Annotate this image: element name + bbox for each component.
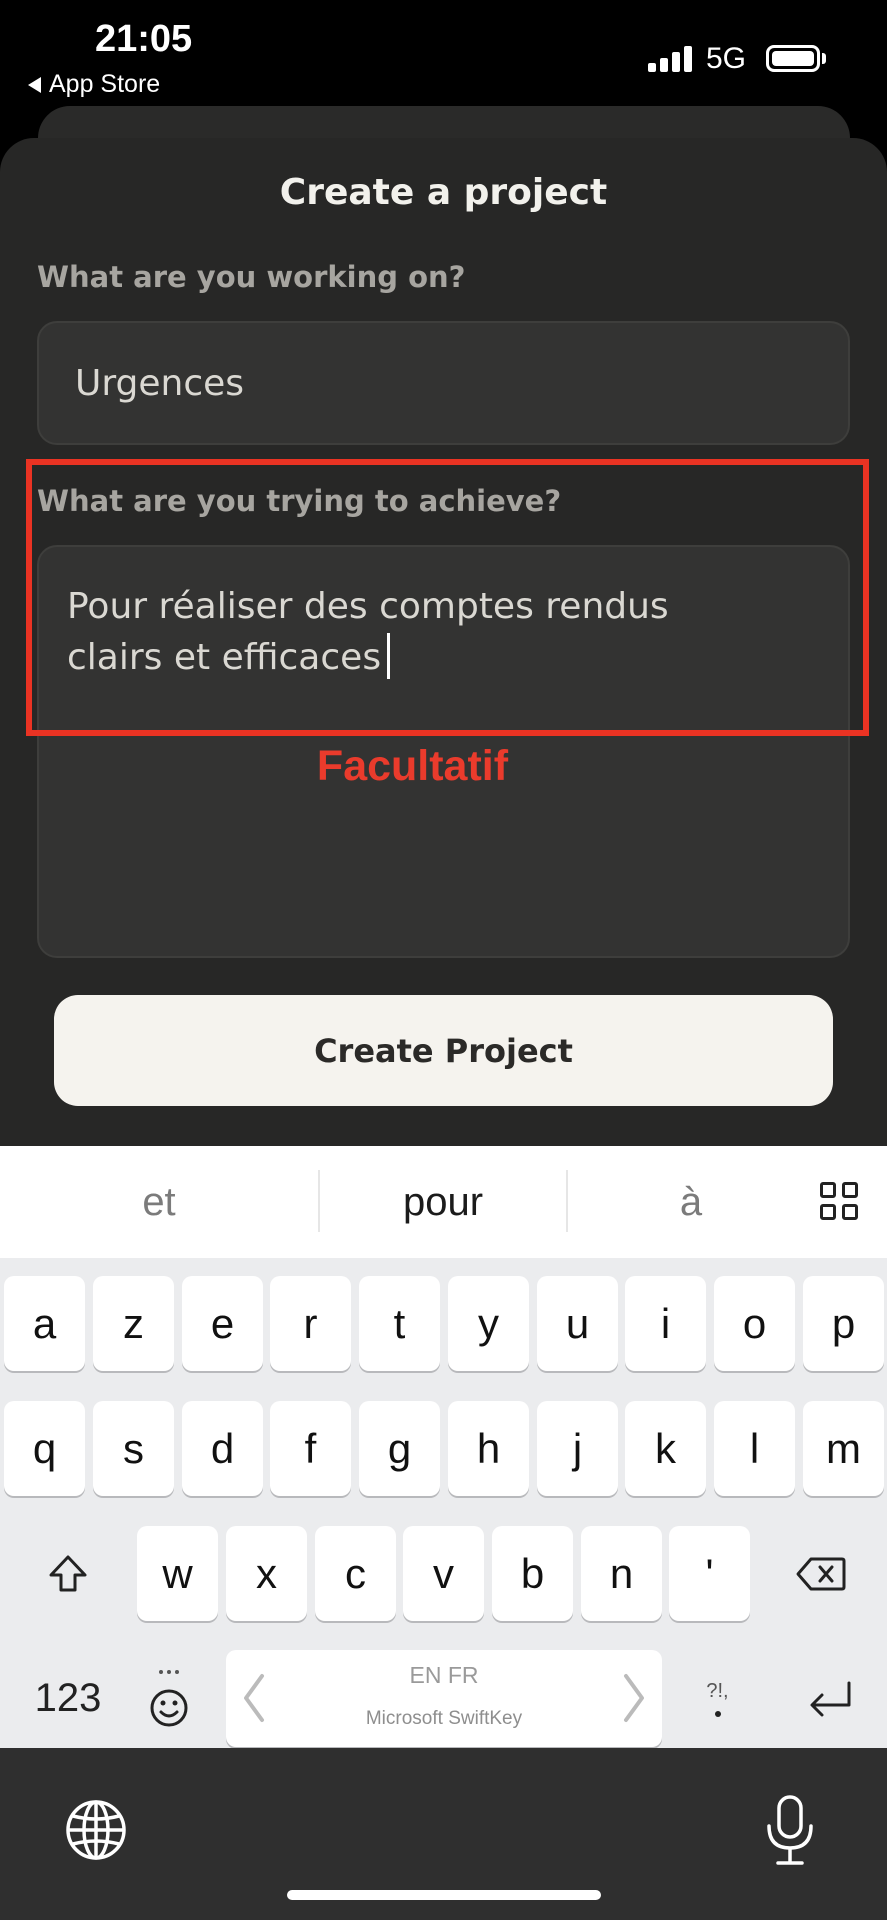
back-label: App Store	[49, 70, 161, 98]
space-key[interactable]: EN FR Microsoft SwiftKey	[226, 1650, 662, 1747]
space-brand: Microsoft SwiftKey	[365, 1708, 523, 1729]
shift-icon	[49, 1555, 87, 1591]
backspace-icon	[796, 1557, 846, 1590]
cursor-right-icon	[624, 1674, 644, 1722]
suggestion-1[interactable]: et	[0, 1146, 318, 1258]
return-icon	[810, 1681, 851, 1716]
back-arrow-icon	[28, 76, 41, 93]
key-a[interactable]: a	[4, 1276, 85, 1371]
key-o[interactable]: o	[714, 1276, 795, 1371]
keyboard-bottom-bar	[0, 1748, 887, 1920]
punctuation-label: ?!,	[706, 1680, 729, 1702]
battery-icon	[766, 45, 820, 72]
key-w[interactable]: w	[137, 1526, 218, 1621]
shift-key[interactable]	[28, 1526, 108, 1621]
battery-level	[772, 51, 814, 66]
suggestion-2[interactable]: pour	[320, 1146, 566, 1258]
punctuation-key[interactable]: ?!,	[690, 1650, 745, 1747]
key-d[interactable]: d	[182, 1401, 263, 1496]
key-y[interactable]: y	[448, 1276, 529, 1371]
return-key[interactable]	[790, 1650, 870, 1747]
key-z[interactable]: z	[93, 1276, 174, 1371]
project-name-input[interactable]: Urgences	[37, 321, 850, 445]
suggestion-bar: et pour à	[0, 1146, 887, 1258]
key-e[interactable]: e	[182, 1276, 263, 1371]
key-i[interactable]: i	[625, 1276, 706, 1371]
key-c[interactable]: c	[315, 1526, 396, 1621]
key-m[interactable]: m	[803, 1401, 884, 1496]
key-g[interactable]: g	[359, 1401, 440, 1496]
project-name-value: Urgences	[75, 362, 245, 404]
emoji-key[interactable]	[134, 1650, 204, 1747]
key-k[interactable]: k	[625, 1401, 706, 1496]
microphone-icon[interactable]	[762, 1794, 818, 1868]
status-bar: 21:05 App Store 5G	[0, 0, 887, 108]
key-p[interactable]: p	[803, 1276, 884, 1371]
home-indicator[interactable]	[287, 1890, 601, 1900]
network-type: 5G	[706, 42, 747, 75]
key-t[interactable]: t	[359, 1276, 440, 1371]
key-l[interactable]: l	[714, 1401, 795, 1496]
annotation-optional-label: Facultatif	[316, 742, 509, 790]
back-to-app-store[interactable]: App Store	[28, 70, 160, 99]
key-x[interactable]: x	[226, 1526, 307, 1621]
key-n[interactable]: n	[581, 1526, 662, 1621]
globe-icon[interactable]	[64, 1798, 128, 1862]
keyboard: et pour à a z e r t y u i o p q s d f g …	[0, 1146, 887, 1748]
key-u[interactable]: u	[537, 1276, 618, 1371]
battery-cap	[822, 53, 826, 64]
project-name-label: What are you working on?	[37, 260, 466, 294]
status-time: 21:05	[95, 18, 193, 60]
numbers-key[interactable]: 123	[18, 1650, 118, 1747]
key-f[interactable]: f	[270, 1401, 351, 1496]
signal-icon	[648, 46, 692, 72]
key-q[interactable]: q	[4, 1401, 85, 1496]
create-project-sheet: Create a project What are you working on…	[0, 138, 887, 1148]
key-r[interactable]: r	[270, 1276, 351, 1371]
key-s[interactable]: s	[93, 1401, 174, 1496]
grid-icon[interactable]	[820, 1182, 858, 1220]
annotation-highlight-box	[26, 459, 869, 736]
suggestion-3[interactable]: à	[568, 1146, 814, 1258]
key-apostrophe[interactable]: '	[669, 1526, 750, 1621]
create-project-button[interactable]: Create Project	[54, 995, 833, 1106]
space-languages: EN FR	[409, 1662, 479, 1688]
backspace-key[interactable]	[779, 1526, 863, 1621]
key-j[interactable]: j	[537, 1401, 618, 1496]
period-dot-icon	[714, 1711, 721, 1717]
key-v[interactable]: v	[403, 1526, 484, 1621]
key-h[interactable]: h	[448, 1401, 529, 1496]
sheet-title: Create a project	[279, 172, 608, 213]
key-b[interactable]: b	[492, 1526, 573, 1621]
emoji-icon	[150, 1669, 188, 1726]
